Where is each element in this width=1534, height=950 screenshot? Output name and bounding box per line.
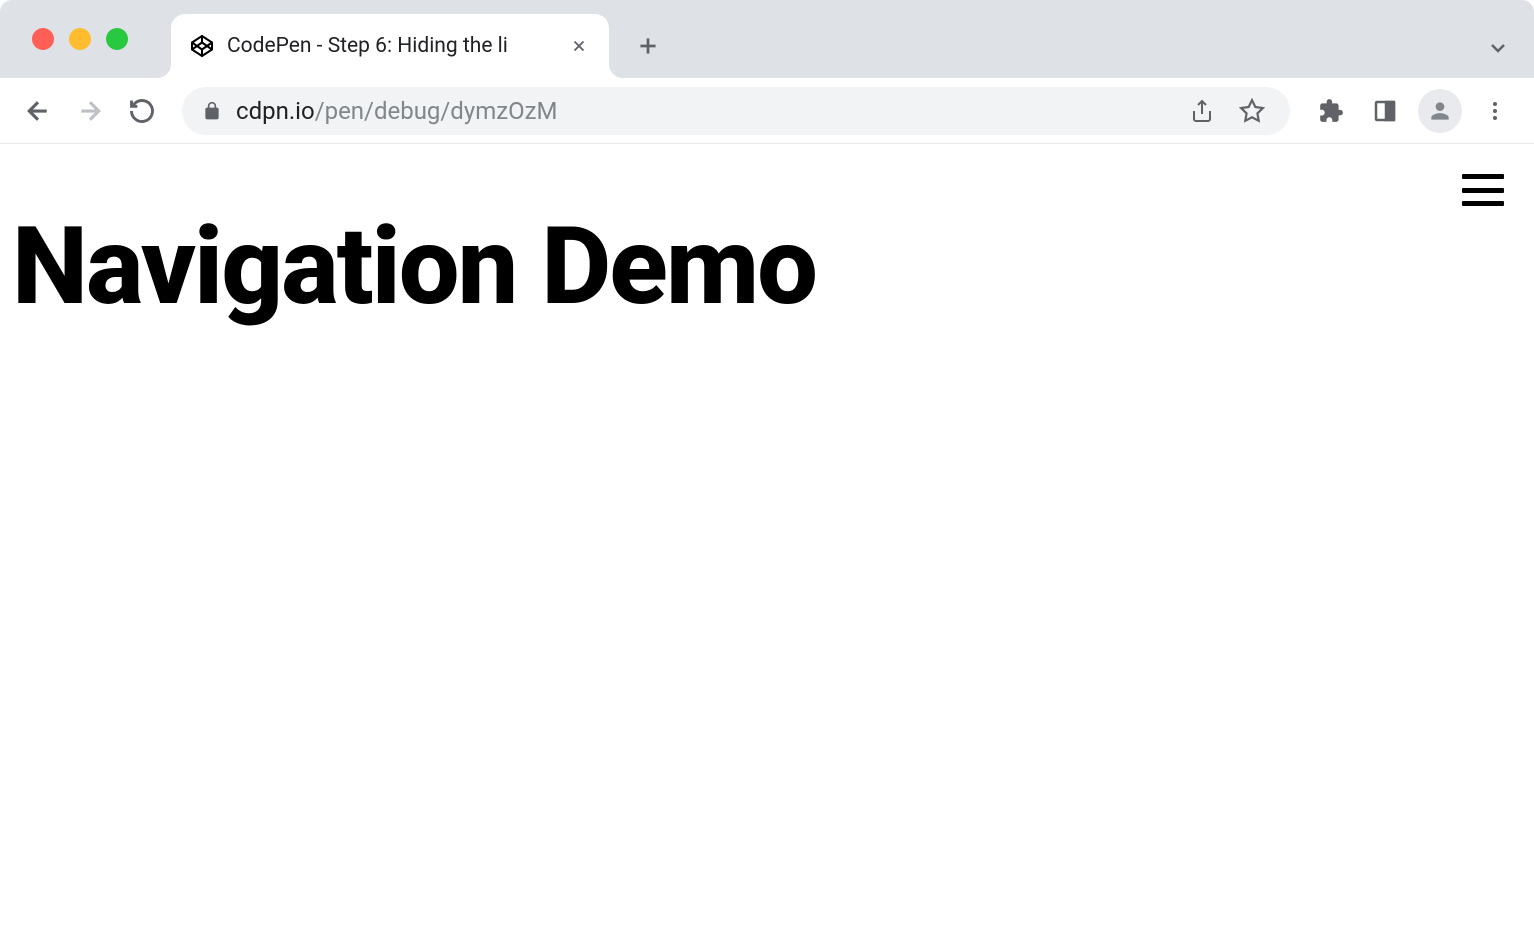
page-content: Navigation Demo — [0, 144, 1534, 950]
extensions-icon[interactable] — [1310, 90, 1352, 132]
window-controls — [32, 28, 128, 50]
lock-icon — [202, 101, 222, 121]
side-panel-icon[interactable] — [1364, 90, 1406, 132]
address-bar[interactable]: cdpn.io/pen/debug/dymzOzM — [182, 87, 1290, 135]
forward-button[interactable] — [70, 91, 110, 131]
close-tab-icon[interactable] — [567, 34, 591, 58]
new-tab-button[interactable] — [628, 26, 668, 66]
maximize-window-button[interactable] — [106, 28, 128, 50]
reload-button[interactable] — [122, 91, 162, 131]
browser-tab[interactable]: CodePen - Step 6: Hiding the li — [171, 14, 609, 78]
share-icon[interactable] — [1184, 93, 1220, 129]
page-heading: Navigation Demo — [12, 208, 1534, 327]
browser-toolbar: cdpn.io/pen/debug/dymzOzM — [0, 78, 1534, 144]
hamburger-menu-icon[interactable] — [1462, 174, 1504, 206]
profile-button[interactable] — [1418, 89, 1462, 133]
url-text: cdpn.io/pen/debug/dymzOzM — [236, 97, 1170, 125]
close-window-button[interactable] — [32, 28, 54, 50]
browser-window: CodePen - Step 6: Hiding the li — [0, 0, 1534, 950]
tab-title: CodePen - Step 6: Hiding the li — [227, 34, 555, 58]
back-button[interactable] — [18, 91, 58, 131]
minimize-window-button[interactable] — [69, 28, 91, 50]
menu-icon[interactable] — [1474, 90, 1516, 132]
url-domain: cdpn.io — [236, 97, 315, 125]
tab-bar: CodePen - Step 6: Hiding the li — [0, 0, 1534, 78]
bookmark-icon[interactable] — [1234, 93, 1270, 129]
tab-overflow-button[interactable] — [1482, 32, 1514, 64]
codepen-icon — [189, 33, 215, 59]
url-path: /pen/debug/dymzOzM — [315, 97, 558, 125]
